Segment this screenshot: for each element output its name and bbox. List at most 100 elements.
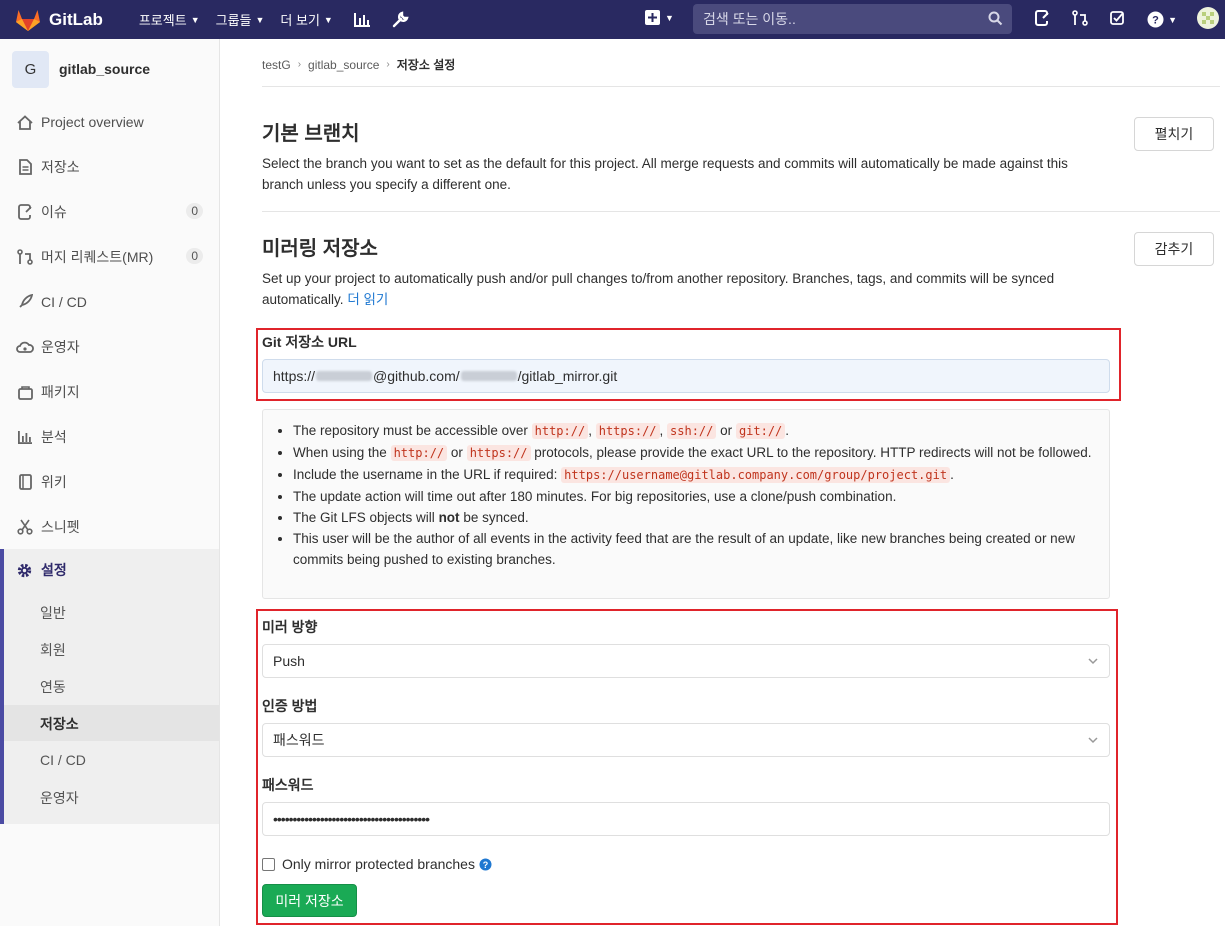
sidebar-item-packages[interactable]: 패키지 — [0, 374, 219, 410]
nav-groups-label: 그룹들 — [215, 13, 252, 28]
info-text: protocols, please provide the exact URL … — [534, 445, 1092, 460]
mirroring-title: 미러링 저장소 — [262, 238, 378, 260]
cloud-gear-icon — [16, 338, 34, 356]
sidebar-item-label: 분석 — [41, 429, 67, 445]
analytics-icon[interactable] — [353, 12, 371, 28]
info-line: The Git LFS objects will not be synced. — [293, 507, 1099, 528]
sidebar-item-label: 이슈 — [41, 204, 67, 220]
mirror-info-box: The repository must be accessible over h… — [262, 409, 1110, 599]
topbar-right-icons: ? ▼ — [1035, 0, 1225, 39]
info-bold: not — [438, 510, 460, 525]
book-icon — [16, 473, 34, 491]
sidebar-settings-section: 설정 일반 회원 연동 저장소 CI / CD 운영자 — [0, 549, 219, 824]
default-branch-title: 기본 브랜치 — [262, 123, 360, 145]
sidebar-item-project-overview[interactable]: Project overview — [0, 104, 219, 140]
nav-projects[interactable]: 프로젝트 ▼ — [139, 10, 200, 29]
sidebar-item-label: 스니펫 — [41, 519, 80, 535]
info-line: When using the http:// or https:// proto… — [293, 442, 1099, 464]
breadcrumb-group[interactable]: testG — [262, 58, 291, 72]
sidebar-item-snippets[interactable]: 스니펫 — [0, 509, 219, 545]
chevron-right-icon: › — [386, 59, 390, 70]
sidebar-sub-repository[interactable]: 저장소 — [40, 714, 79, 734]
brand-name: GitLab — [49, 9, 103, 29]
info-line: This user will be the author of all even… — [293, 528, 1099, 570]
search-placeholder: 검색 또는 이동.. — [703, 11, 796, 27]
sidebar-sub-general[interactable]: 일반 — [40, 603, 66, 623]
protocol-code: http:// — [531, 423, 589, 439]
info-text: The Git LFS objects will — [293, 510, 435, 525]
chevron-down-icon: ▼ — [665, 12, 674, 23]
chart-icon — [16, 428, 34, 446]
info-text: Include the username in the URL if requi… — [293, 467, 558, 482]
search-input[interactable]: 검색 또는 이동.. — [693, 4, 1012, 34]
protocol-code: http:// — [390, 445, 448, 461]
protocol-code: https:// — [466, 445, 531, 461]
sidebar-item-repository[interactable]: 저장소 — [0, 149, 219, 185]
plus-square-icon — [645, 10, 660, 25]
sidebar-item-settings[interactable]: 설정 — [16, 560, 67, 580]
gear-icon — [17, 563, 32, 577]
home-icon — [16, 113, 34, 131]
info-line: Include the username in the URL if requi… — [293, 464, 1099, 486]
search-icon — [988, 11, 1003, 26]
protocol-code: ssh:// — [667, 423, 717, 439]
rocket-icon — [16, 293, 34, 311]
merge-requests-count-badge: 0 — [186, 248, 203, 264]
project-name: gitlab_source — [59, 61, 151, 77]
settings-label: 설정 — [41, 562, 67, 578]
read-more-link[interactable]: 더 읽기 — [347, 292, 388, 307]
todo-icon[interactable] — [1110, 10, 1125, 29]
help-dropdown[interactable]: ? ▼ — [1147, 11, 1177, 28]
sidebar-sub-ci-cd[interactable]: CI / CD — [40, 752, 86, 768]
new-dropdown[interactable]: ▼ — [645, 10, 674, 25]
breadcrumb-current[interactable]: 저장소 설정 — [397, 56, 456, 73]
gitlab-logo-link[interactable]: GitLab — [15, 8, 103, 32]
divider — [262, 86, 1220, 87]
sidebar-item-label: 저장소 — [41, 159, 80, 175]
sidebar-item-analytics[interactable]: 분석 — [0, 419, 219, 455]
chevron-down-icon: ▼ — [1168, 14, 1177, 25]
admin-wrench-icon[interactable] — [391, 10, 409, 29]
merge-request-icon[interactable] — [1072, 10, 1088, 29]
project-header-link[interactable]: G gitlab_source — [0, 39, 219, 99]
sidebar-item-label: 위키 — [41, 474, 67, 490]
breadcrumb: testG › gitlab_source › 저장소 설정 — [262, 56, 455, 73]
package-icon — [16, 383, 34, 401]
info-text: or — [450, 445, 463, 460]
sidebar-sub-operations[interactable]: 운영자 — [40, 788, 79, 808]
sidebar-item-ci-cd[interactable]: CI / CD — [0, 284, 219, 320]
sidebar-item-issues[interactable]: 이슈 0 — [0, 194, 219, 230]
nav-more[interactable]: 더 보기 ▼ — [280, 10, 332, 29]
divider — [262, 211, 1220, 212]
info-line: The update action will time out after 18… — [293, 486, 1099, 507]
collapse-button[interactable]: 감추기 — [1134, 232, 1214, 266]
sidebar-sub-members[interactable]: 회원 — [40, 640, 66, 660]
document-icon — [16, 158, 34, 176]
merge-request-icon — [16, 248, 34, 266]
nav-more-label: 더 보기 — [280, 13, 320, 28]
scissors-icon — [16, 518, 34, 536]
chevron-down-icon: ▼ — [190, 14, 200, 25]
issues-count-badge: 0 — [186, 203, 203, 219]
protocol-code: https:// — [595, 423, 660, 439]
highlight-box-url — [256, 328, 1121, 401]
chevron-down-icon: ▼ — [323, 14, 333, 25]
nav-groups[interactable]: 그룹들 ▼ — [216, 10, 265, 29]
protocol-code: git:// — [735, 423, 786, 439]
breadcrumb-project[interactable]: gitlab_source — [308, 58, 379, 72]
example-url-code: https://username@gitlab.company.com/grou… — [561, 467, 951, 483]
issues-icon — [16, 203, 34, 221]
sidebar-sub-integrations[interactable]: 연동 — [40, 677, 66, 697]
sidebar-item-wiki[interactable]: 위키 — [0, 464, 219, 500]
info-text: or — [720, 423, 733, 438]
sidebar-item-operations[interactable]: 운영자 — [0, 329, 219, 365]
gitlab-logo-icon — [16, 9, 40, 31]
project-avatar: G — [12, 50, 49, 88]
sidebar-item-label: Project overview — [41, 114, 144, 130]
sidebar-item-merge-requests[interactable]: 머지 리퀘스트(MR) 0 — [0, 239, 219, 275]
default-branch-description: Select the branch you want to set as the… — [262, 156, 1068, 192]
user-avatar[interactable] — [1197, 7, 1219, 32]
expand-button[interactable]: 펼치기 — [1134, 117, 1214, 151]
issues-icon[interactable] — [1035, 10, 1050, 29]
mirroring-description: Set up your project to automatically pus… — [262, 268, 1112, 310]
